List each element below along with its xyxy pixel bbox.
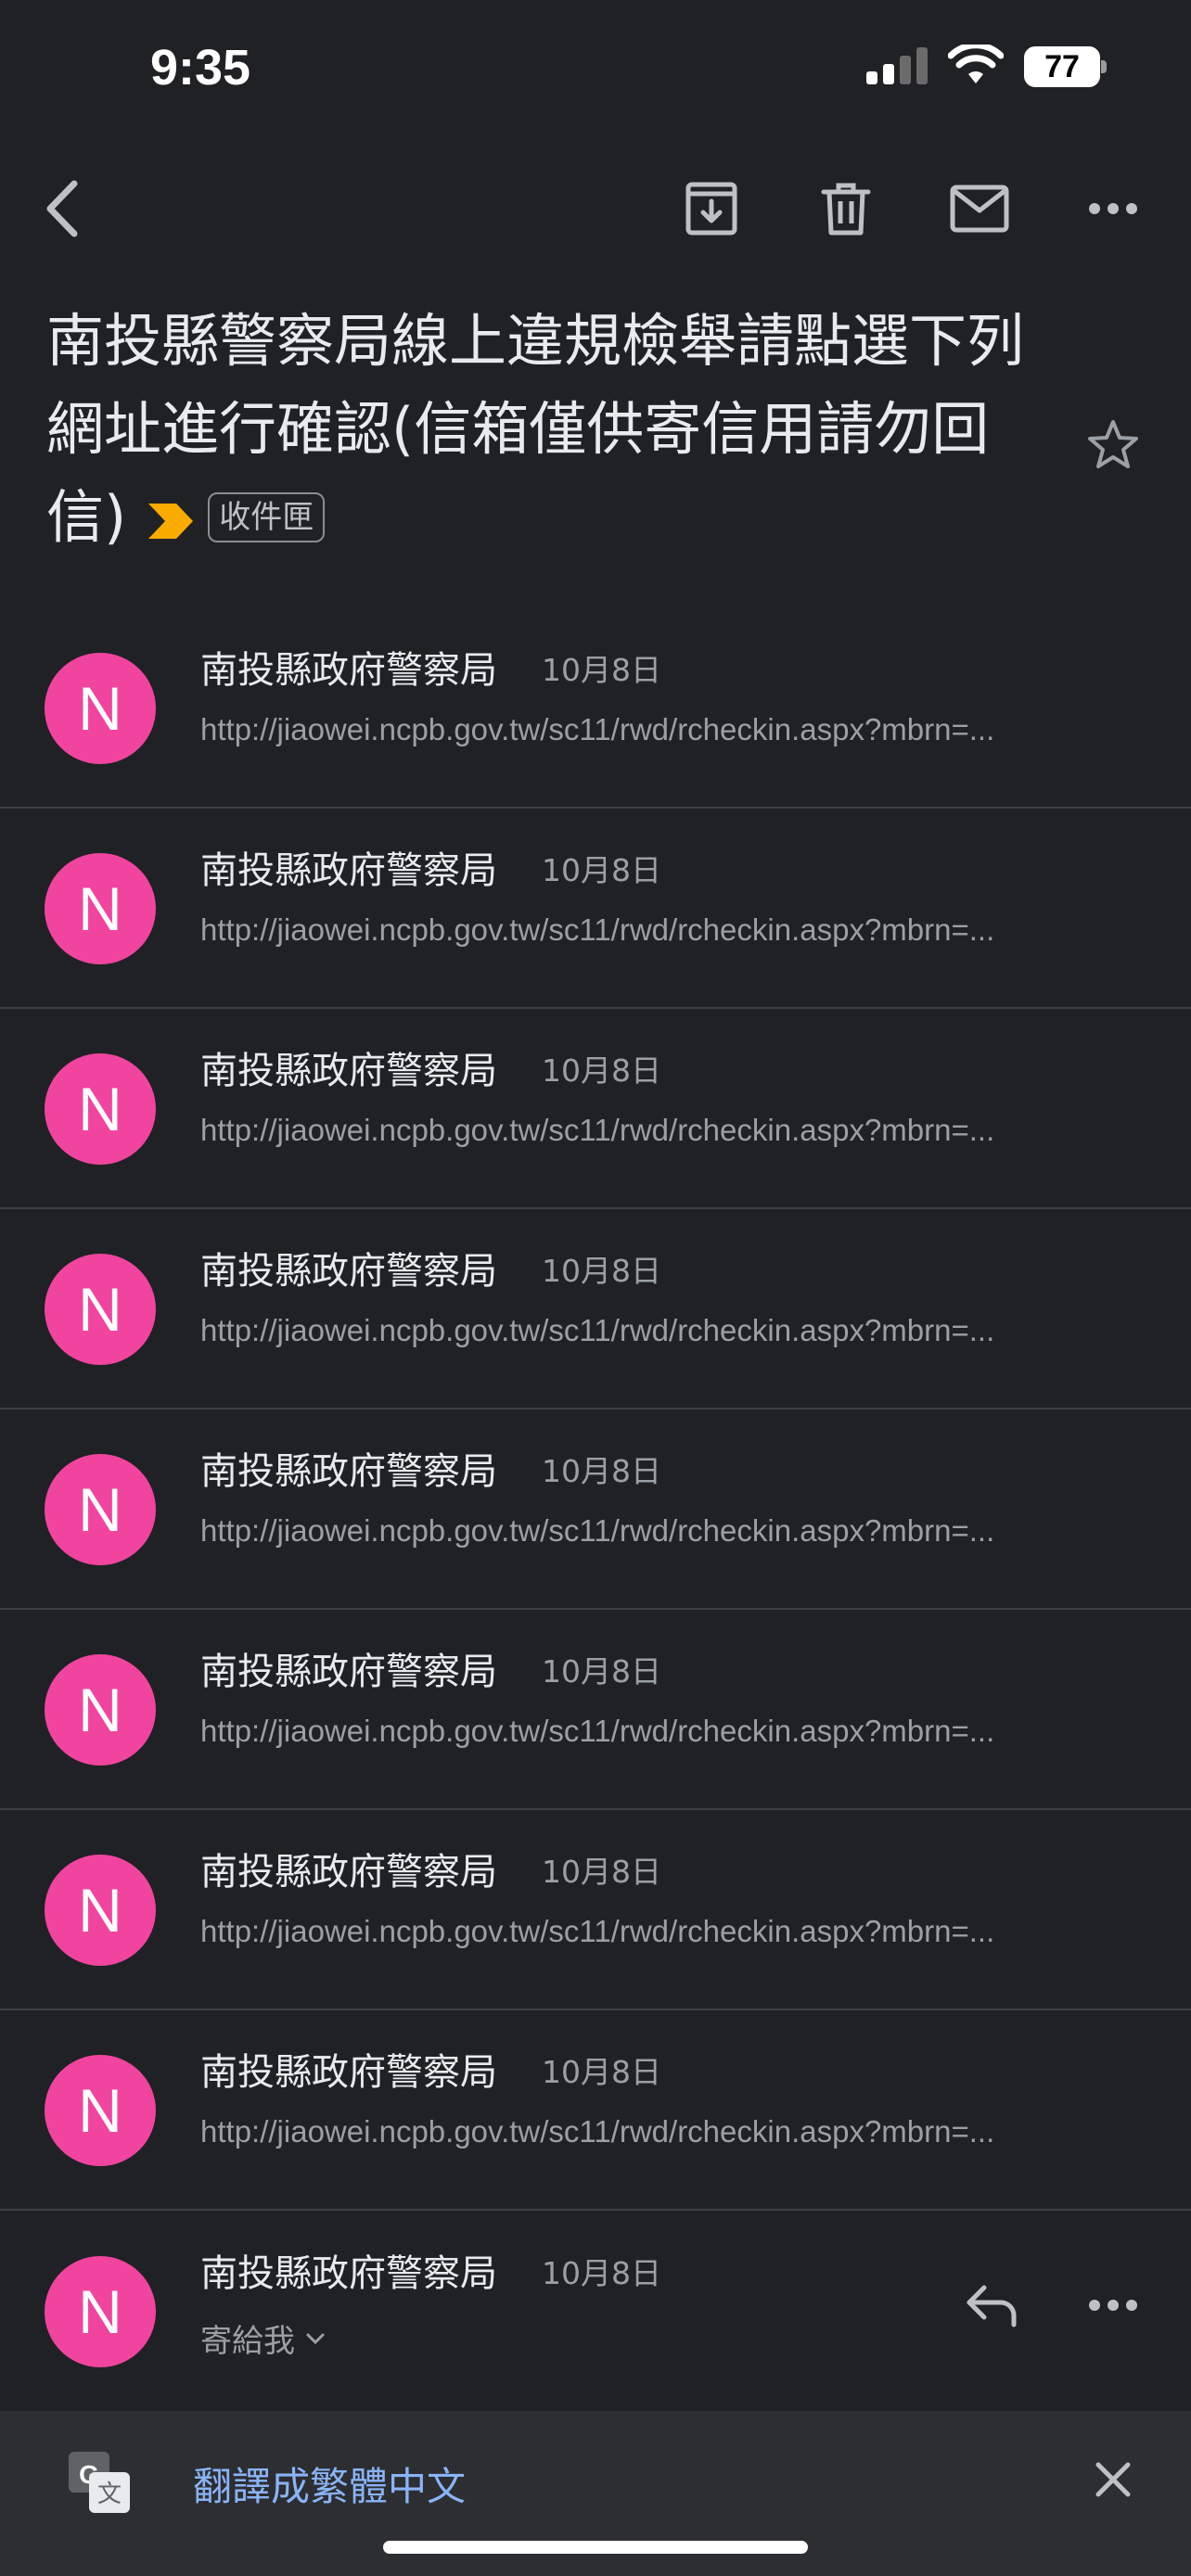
message-snippet: http://jiaowei.ncpb.gov.tw/sc11/rwd/rche…: [200, 2114, 995, 2149]
reply-icon: [967, 2285, 1017, 2327]
message-item[interactable]: N 南投縣政府警察局 10月8日 http://jiaowei.ncpb.gov…: [0, 809, 1191, 1009]
message-snippet: http://jiaowei.ncpb.gov.tw/sc11/rwd/rche…: [200, 1714, 995, 1748]
message-item[interactable]: N 南投縣政府警察局 10月8日 http://jiaowei.ncpb.gov…: [0, 2010, 1191, 2211]
chevron-down-icon: [306, 2333, 325, 2344]
sender-name: 南投縣政府警察局: [200, 2252, 497, 2295]
sender-name: 南投縣政府警察局: [200, 849, 497, 892]
message-snippet: http://jiaowei.ncpb.gov.tw/sc11/rwd/rche…: [200, 912, 995, 947]
more-horizontal-icon: [1089, 203, 1137, 214]
message-snippet: http://jiaowei.ncpb.gov.tw/sc11/rwd/rche…: [200, 1513, 995, 1548]
avatar: N: [45, 2256, 156, 2367]
more-horizontal-icon: [1089, 2300, 1137, 2311]
sender-name: 南投縣政府警察局: [200, 1250, 497, 1293]
inbox-label-chip[interactable]: 收件匣: [208, 491, 326, 542]
message-item[interactable]: N 南投縣政府警察局 10月8日 http://jiaowei.ncpb.gov…: [0, 1209, 1191, 1409]
message-date: 10月8日: [542, 2255, 661, 2291]
avatar: N: [45, 1454, 156, 1565]
trash-icon: [821, 183, 871, 236]
home-indicator: [383, 2541, 808, 2554]
delete-button[interactable]: [795, 158, 897, 260]
subject-area: 南投縣警察局線上違規檢舉請點選下列網址進行確認(信箱僅供寄信用請勿回信) 收件匣: [46, 297, 1030, 565]
avatar: N: [45, 1053, 156, 1165]
avatar: N: [45, 653, 156, 764]
signal-icon: [866, 45, 928, 88]
expanded-message-header: N 南投縣政府警察局 10月8日 寄給我: [0, 2212, 1191, 2411]
sender-name: 南投縣政府警察局: [200, 1450, 497, 1493]
message-date: 10月8日: [542, 2054, 661, 2090]
wifi-icon: [947, 42, 1005, 89]
mark-unread-button[interactable]: [928, 158, 1031, 260]
svg-text:文: 文: [97, 2480, 122, 2508]
archive-button[interactable]: [660, 158, 762, 260]
message-snippet: http://jiaowei.ncpb.gov.tw/sc11/rwd/rche…: [200, 1914, 995, 1948]
battery-icon: 77: [1024, 46, 1107, 87]
toolbar: [0, 158, 1191, 260]
importance-marker-icon[interactable]: [147, 477, 195, 565]
reply-button[interactable]: [950, 2264, 1033, 2347]
star-icon: [1088, 420, 1138, 468]
message-snippet: http://jiaowei.ncpb.gov.tw/sc11/rwd/rche…: [200, 1113, 995, 1147]
message-item[interactable]: N 南投縣政府警察局 10月8日 http://jiaowei.ncpb.gov…: [0, 1810, 1191, 2010]
translate-link[interactable]: 翻譯成繁體中文: [193, 2455, 466, 2512]
sender-name: 南投縣政府警察局: [200, 1651, 497, 1693]
message-snippet: http://jiaowei.ncpb.gov.tw/sc11/rwd/rche…: [200, 1313, 995, 1347]
status-time: 9:35: [150, 40, 251, 96]
message-item[interactable]: N 南投縣政府警察局 10月8日 http://jiaowei.ncpb.gov…: [0, 1409, 1191, 1610]
recipient-details-toggle[interactable]: 寄給我: [200, 2315, 327, 2361]
avatar: N: [45, 1855, 156, 1966]
status-bar: 9:35 77: [0, 0, 1191, 139]
message-date: 10月8日: [542, 1653, 661, 1690]
email-subject: 南投縣警察局線上違規檢舉請點選下列網址進行確認(信箱僅供寄信用請勿回信) 收件匣: [46, 297, 1030, 565]
status-icons: 77: [866, 42, 1107, 89]
message-date: 10月8日: [542, 1854, 661, 1890]
back-arrow-icon: [46, 180, 78, 237]
sender-name: 南投縣政府警察局: [200, 1050, 497, 1092]
message-item[interactable]: N 南投縣政府警察局 10月8日 http://jiaowei.ncpb.gov…: [0, 1009, 1191, 1209]
avatar: N: [45, 853, 156, 964]
back-button[interactable]: [11, 158, 113, 260]
sender-name: 南投縣政府警察局: [200, 2051, 497, 2094]
star-button[interactable]: [1076, 408, 1150, 482]
message-more-button[interactable]: [1071, 2264, 1155, 2347]
message-item[interactable]: N 南投縣政府警察局 10月8日 http://jiaowei.ncpb.gov…: [0, 1610, 1191, 1810]
more-options-button[interactable]: [1062, 158, 1164, 260]
message-item[interactable]: N 南投縣政府警察局 10月8日 http://jiaowei.ncpb.gov…: [0, 608, 1191, 809]
message-date: 10月8日: [542, 1453, 661, 1489]
archive-icon: [685, 182, 737, 236]
recipient-text: 寄給我: [200, 2323, 295, 2360]
avatar: N: [45, 2055, 156, 2166]
sender-name: 南投縣政府警察局: [200, 649, 497, 692]
close-icon: [1095, 2462, 1131, 2497]
message-date: 10月8日: [542, 1253, 661, 1289]
message-date: 10月8日: [542, 1052, 661, 1089]
avatar: N: [45, 1654, 156, 1766]
mail-icon: [950, 185, 1009, 233]
avatar: N: [45, 1254, 156, 1365]
close-button[interactable]: [1083, 2450, 1143, 2509]
battery-level: 77: [1044, 48, 1080, 84]
translate-icon: G 文: [65, 2448, 134, 2520]
sender-name: 南投縣政府警察局: [200, 1851, 497, 1894]
message-date: 10月8日: [542, 852, 661, 888]
message-snippet: http://jiaowei.ncpb.gov.tw/sc11/rwd/rche…: [200, 712, 995, 746]
message-date: 10月8日: [542, 652, 661, 688]
